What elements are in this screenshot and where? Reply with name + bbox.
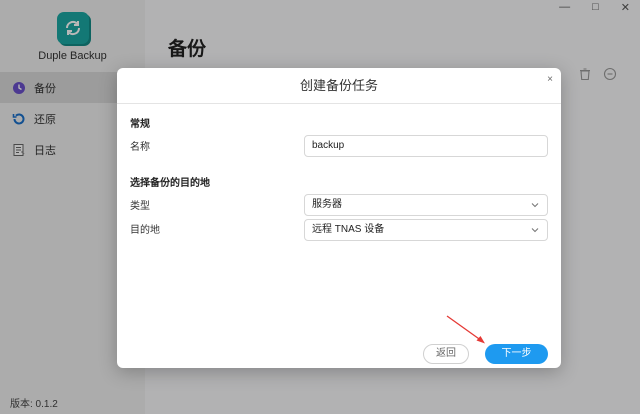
annotation-arrow-icon — [446, 315, 485, 344]
dialog-title: 创建备份任务 — [299, 78, 378, 93]
destination-select[interactable]: 远程 TNAS 设备 — [304, 219, 548, 241]
destination-select-value: 远程 TNAS 设备 — [312, 224, 385, 235]
chevron-down-icon — [531, 228, 539, 233]
next-button[interactable]: 下一步 — [485, 344, 548, 364]
type-label: 类型 — [130, 201, 150, 212]
section-destination-title: 选择备份的目的地 — [130, 178, 210, 189]
destination-label: 目的地 — [130, 225, 160, 236]
type-select[interactable]: 服务器 — [304, 194, 548, 216]
back-button[interactable]: 返回 — [423, 344, 469, 364]
chevron-down-icon — [531, 203, 539, 208]
dialog-header: 创建备份任务 × — [117, 68, 561, 104]
type-select-value: 服务器 — [312, 199, 342, 210]
name-input[interactable]: backup — [304, 135, 548, 157]
close-icon[interactable]: × — [547, 68, 553, 88]
name-input-value: backup — [312, 140, 345, 151]
name-label: 名称 — [130, 142, 150, 153]
create-backup-dialog: 创建备份任务 × 常规 名称 backup 选择备份的目的地 类型 服务器 目的… — [117, 68, 561, 368]
section-general-title: 常规 — [130, 119, 150, 130]
